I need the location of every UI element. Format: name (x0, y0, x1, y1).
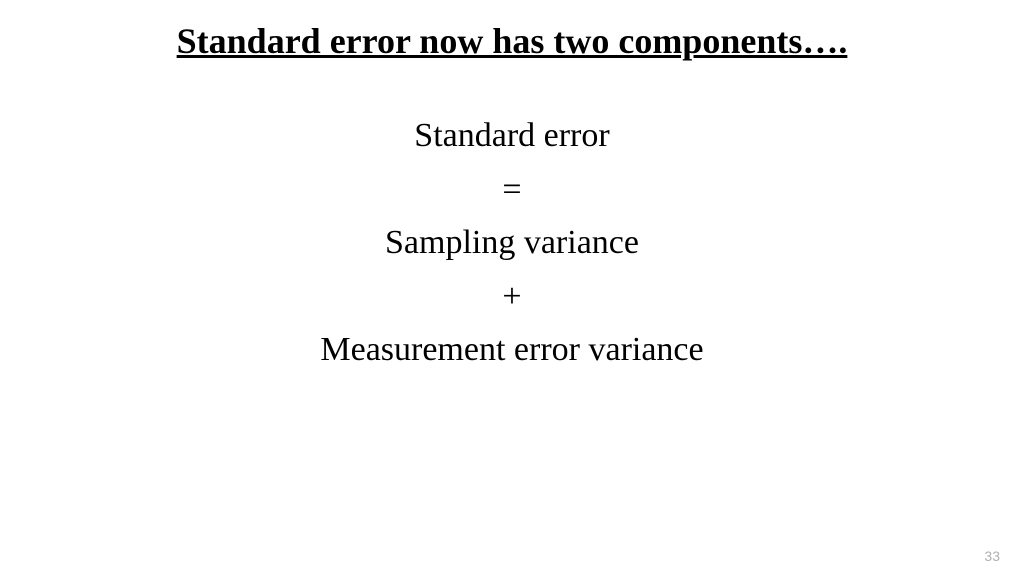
slide-title: Standard error now has two components…. (0, 20, 1024, 62)
body-line-3: Sampling variance (0, 219, 1024, 267)
body-line-2: = (0, 166, 1024, 214)
slide-body: Standard error = Sampling variance + Mea… (0, 112, 1024, 374)
slide-container: Standard error now has two components…. … (0, 0, 1024, 576)
body-line-4: + (0, 273, 1024, 321)
body-line-1: Standard error (0, 112, 1024, 160)
page-number: 33 (984, 548, 1000, 564)
body-line-5: Measurement error variance (0, 326, 1024, 374)
